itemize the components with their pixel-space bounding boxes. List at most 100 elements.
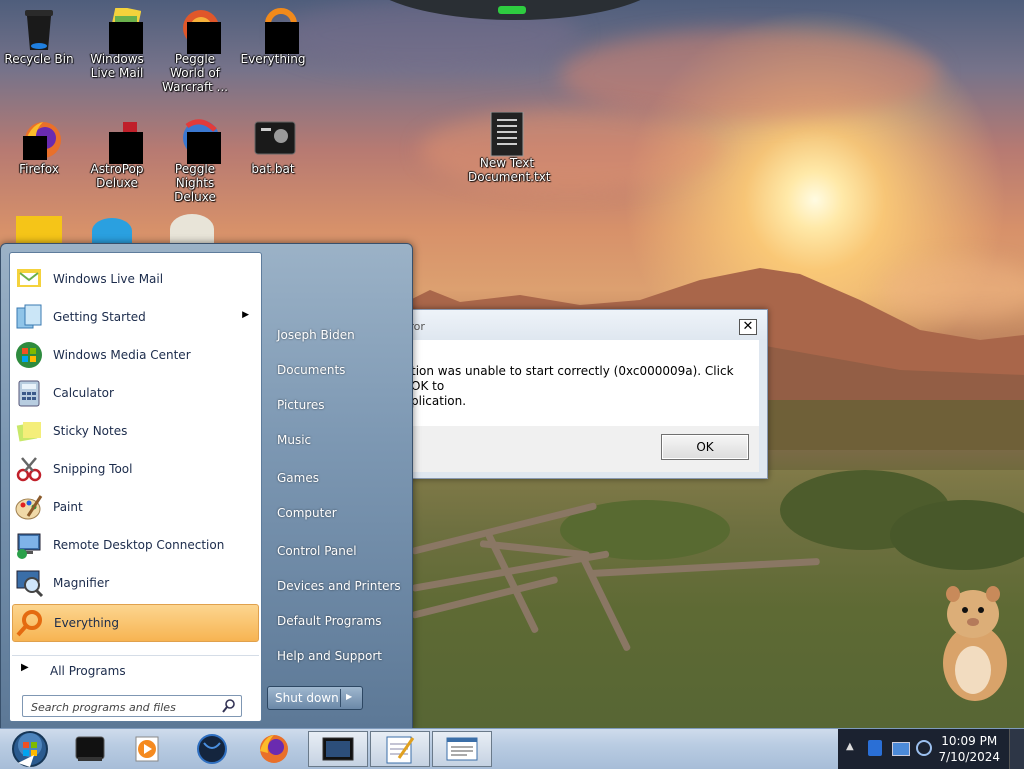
windows-live-mail-icon [17,269,41,287]
remote-desktop-icon [17,533,41,559]
chevron-right-icon: ▶ [21,662,29,673]
media-center-icon [16,342,42,368]
redacted-overlay [187,22,221,54]
batch-file-icon [253,118,296,158]
taskbar-notepad[interactable] [370,731,430,767]
start-menu-programs-pane: Windows Live Mail Getting Started ▶ Wind… [9,252,262,722]
submenu-arrow-icon: ▶ [242,310,249,320]
desktop-icon-peggle-wow[interactable]: Peggle World of Warcraft ... [156,8,234,94]
start-link-computer[interactable]: Computer [269,498,405,528]
getting-started-icon [16,304,42,329]
window-text-icon [446,737,478,761]
start-orb-icon [12,731,48,767]
desktop-icon-bat-bat[interactable]: bat.bat [234,118,312,176]
shutdown-button[interactable]: Shut down ▶ [267,686,363,710]
astropop-icon [97,118,143,164]
window-icon [322,737,354,761]
notepad-icon [386,736,415,764]
recycle-bin-icon [19,8,59,50]
start-link-user[interactable]: Joseph Biden [269,320,405,350]
everything-icon [16,610,42,637]
taskbar-text-window[interactable] [432,731,492,767]
program-calculator[interactable]: Calculator [12,375,259,411]
redacted-overlay [109,132,143,164]
taskbar-window-active[interactable] [308,731,368,767]
taskbar-firefox[interactable] [246,731,302,767]
desktop-icon-partial[interactable] [92,218,132,244]
error-message: tion was unable to start correctly (0xc0… [411,364,734,408]
program-paint[interactable]: Paint [12,489,259,525]
chevron-right-icon[interactable]: ▶ [346,692,352,701]
dialog-body: tion was unable to start correctly (0xc0… [403,340,759,426]
start-link-documents[interactable]: Documents [269,355,405,385]
sticky-notes-icon [16,422,41,442]
dialog-titlebar[interactable]: rror ✕ [397,310,767,340]
start-link-devices-printers[interactable]: Devices and Printers [269,571,405,601]
clock-time: 10:09 PM [941,734,998,748]
firefox-icon [260,735,288,763]
show-desktop-button[interactable] [1009,729,1024,769]
globe-icon [197,734,227,764]
search-input[interactable] [29,698,223,716]
program-windows-media-center[interactable]: Windows Media Center [12,337,259,373]
desktop-icon-windows-live-mail[interactable]: Windows Live Mail [78,5,156,80]
program-snipping-tool[interactable]: Snipping Tool [12,451,259,487]
system-tray: ▲ 10:09 PM 7/10/2024 [838,729,1024,769]
desktop-icon-partial[interactable] [170,214,214,244]
network-icon[interactable] [892,742,910,756]
taskbar-terminal[interactable] [62,731,118,767]
ok-button[interactable]: OK [661,434,749,460]
program-getting-started[interactable]: Getting Started ▶ [12,299,259,335]
peggle-wow-icon [175,8,221,54]
gadget-indicator [498,6,526,14]
desktop-icon-astropop[interactable]: AstroPop Deluxe [78,118,156,190]
start-search-box[interactable] [22,695,242,717]
start-button[interactable] [4,729,52,769]
start-menu[interactable]: Windows Live Mail Getting Started ▶ Wind… [0,243,413,730]
hamster-image [943,586,1007,701]
start-link-help-support[interactable]: Help and Support [269,641,405,671]
redacted-overlay [187,132,221,164]
terminal-icon [75,736,105,761]
redacted-overlay [23,136,47,160]
start-link-music[interactable]: Music [269,425,405,455]
dialog-footer: OK [403,426,759,472]
windows-live-mail-icon [97,5,143,54]
taskbar-media-player[interactable] [120,731,176,767]
firefox-icon [19,118,61,160]
snipping-tool-icon [16,457,42,482]
shutdown-divider [340,689,341,707]
desktop-icon-partial[interactable] [16,216,62,244]
program-magnifier[interactable]: Magnifier [12,565,259,601]
clock[interactable]: 10:09 PM 7/10/2024 [938,733,1000,765]
search-icon[interactable] [221,698,237,714]
volume-icon[interactable] [916,740,932,756]
program-everything[interactable]: Everything [12,604,259,642]
program-windows-live-mail[interactable]: Windows Live Mail [12,261,259,297]
error-dialog[interactable]: rror ✕ tion was unable to start correctl… [396,309,768,479]
all-programs-button[interactable]: ▶ All Programs [12,655,259,682]
desktop-icon-peggle-nights[interactable]: Peggle Nights Deluxe [156,118,234,204]
program-sticky-notes[interactable]: Sticky Notes [12,413,259,449]
start-link-games[interactable]: Games [269,463,405,493]
tray-app-icon[interactable] [868,740,882,756]
media-player-icon [135,736,159,762]
magnifier-icon [16,570,44,598]
desktop-icon-new-text-document[interactable]: New Text Document.txt [468,111,551,184]
paint-icon [15,495,43,520]
desktop-icon-firefox[interactable]: Firefox [0,118,78,176]
start-link-default-programs[interactable]: Default Programs [269,606,405,636]
calculator-icon [18,380,40,407]
tray-overflow-icon[interactable]: ▲ [846,741,854,752]
taskbar: ▲ 10:09 PM 7/10/2024 [0,728,1024,769]
everything-icon [253,8,299,54]
program-remote-desktop-connection[interactable]: Remote Desktop Connection [12,527,259,563]
start-link-pictures[interactable]: Pictures [269,390,405,420]
desktop-icon-recycle-bin[interactable]: Recycle Bin [0,8,78,66]
text-document-icon [487,111,527,157]
taskbar-globe[interactable] [184,731,240,767]
desktop-icon-everything[interactable]: Everything [234,8,312,66]
close-button[interactable]: ✕ [739,319,757,335]
start-link-control-panel[interactable]: Control Panel [269,536,405,566]
close-icon: ✕ [742,319,754,334]
